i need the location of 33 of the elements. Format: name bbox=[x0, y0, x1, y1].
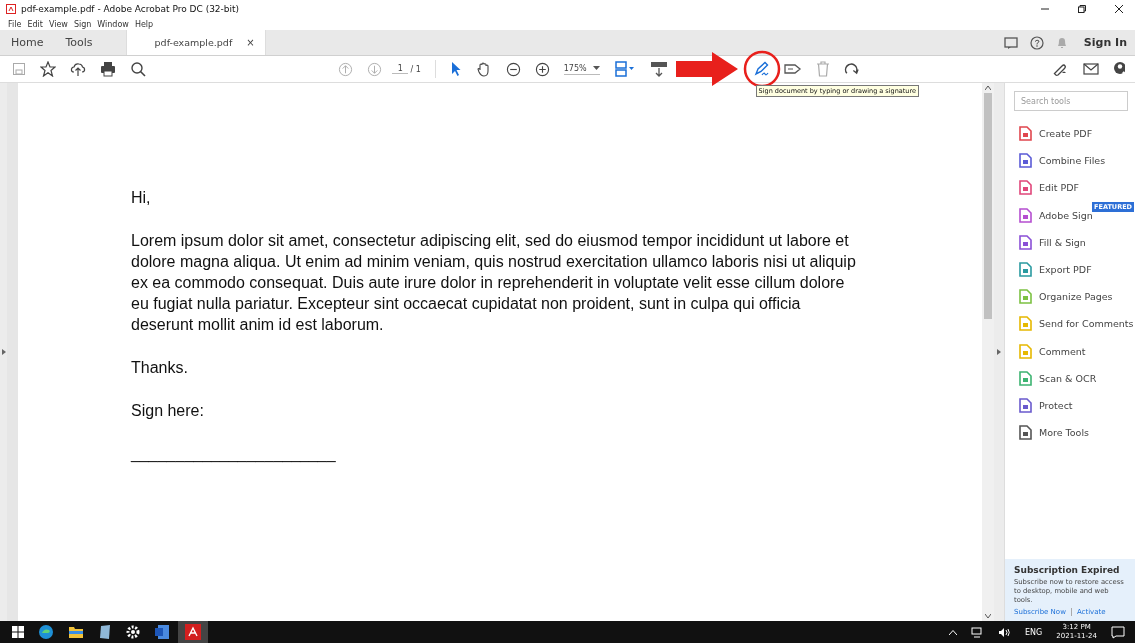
document-text: Lorem ipsum dolor sit amet, consectetur adipiscing elit, sed do eiusmod tempor incididunt ut labore et dolore magna aliqua. Ut enim ad minim veniam, quis nostrud exercitation ullamco laboris nisi ut aliquip ex ea commodo consequat. Duis aute irure dolor in reprehenderit in voluptate velit esse cillum dolore eu fugiat nulla pariatur. Excepteur sint occaecat cupidatat non proident, sunt in culpa qui officia deserunt mollit anim id est laborum. bbox=[131, 231, 857, 335]
tool-item[interactable]: Combine Files bbox=[1005, 147, 1135, 175]
tool-item[interactable]: Create PDF bbox=[1005, 120, 1135, 148]
menu-item[interactable]: Help bbox=[134, 19, 154, 29]
tool-item[interactable]: Organize Pages bbox=[1005, 283, 1135, 311]
zoom-dropdown[interactable]: 175% bbox=[563, 63, 600, 75]
page-number-field[interactable]: 1 bbox=[392, 64, 409, 74]
tool-item[interactable]: Export PDF bbox=[1005, 255, 1135, 284]
language-indicator[interactable]: ENG bbox=[1025, 627, 1043, 637]
tab[interactable]: Home bbox=[0, 30, 55, 55]
menu-item[interactable]: Window bbox=[97, 19, 129, 29]
document-text: Thanks. bbox=[131, 358, 189, 378]
subscription-title: Subscription Expired bbox=[1014, 565, 1121, 575]
window-title: pdf-example.pdf - Adobe Acrobat Pro DC (32-bit) bbox=[21, 4, 240, 14]
menu-item[interactable]: Edit bbox=[27, 19, 43, 29]
tool-item[interactable]: More Tools bbox=[1005, 419, 1135, 447]
tab[interactable]: pdf-example.pdf × bbox=[125, 30, 266, 55]
sign-in-link[interactable]: Sign In bbox=[1083, 36, 1127, 49]
menu-item[interactable]: Sign bbox=[73, 19, 92, 29]
menu-item[interactable]: File bbox=[8, 19, 22, 29]
document-text: _______________________ bbox=[131, 444, 337, 464]
menu-item[interactable]: View bbox=[48, 19, 68, 29]
document-text: Hi, bbox=[131, 188, 152, 208]
tool-item[interactable]: Fill & Sign bbox=[1005, 228, 1135, 256]
search-tools-field[interactable]: Search tools bbox=[1014, 91, 1128, 111]
document-text: Sign here: bbox=[131, 401, 205, 421]
tool-item[interactable]: Protect bbox=[1005, 391, 1135, 420]
tool-item[interactable]: Edit PDF bbox=[1005, 174, 1135, 202]
tool-item[interactable]: Scan & OCR bbox=[1005, 364, 1135, 392]
tab[interactable]: Tools bbox=[54, 30, 104, 55]
tool-item[interactable]: Comment bbox=[1005, 337, 1135, 365]
page-total: / 1 bbox=[410, 64, 421, 74]
tool-item[interactable]: Send for Comments bbox=[1005, 310, 1135, 338]
